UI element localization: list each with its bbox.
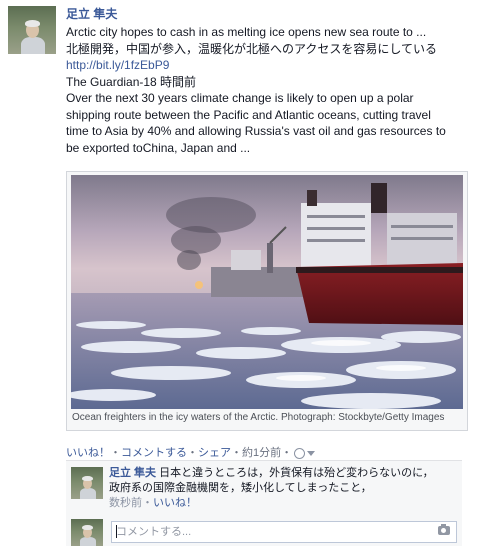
commenter-avatar[interactable] [71, 467, 103, 499]
separator: ・ [142, 497, 153, 509]
excerpt-line: Over the next 30 years climate change is… [66, 91, 414, 105]
comment-author-name[interactable]: 足立 隼夫 [109, 467, 156, 479]
comment-body: 足立 隼夫 日本と違うところは，外貨保有は殆ど変わらないのに， 政府系の国際金融… [109, 466, 459, 511]
comment-text: 日本と違うところは，外貨保有は殆ど変わらないのに， [159, 467, 434, 479]
comment-like-link[interactable]: いいね！ [153, 497, 197, 509]
short-link[interactable]: http://bit.ly/1fzEbP9 [66, 58, 169, 72]
source-and-time: The Guardian-18 時間前 [66, 74, 197, 89]
author-avatar[interactable] [8, 6, 56, 54]
post-summary-text: 北極開発，中国が参入，温暖化が北極へのアクセスを容易にしている [66, 41, 438, 56]
photo-caption: Ocean freighters in the icy waters of th… [72, 412, 445, 423]
like-link[interactable]: いいね！ [66, 447, 110, 459]
comment-timestamp[interactable]: 数秒前 [109, 497, 142, 509]
text-cursor [116, 525, 117, 538]
share-link[interactable]: シェア [198, 447, 231, 459]
link-headline[interactable]: Arctic city hopes to cash in as melting … [66, 24, 474, 41]
comment-link[interactable]: コメントする [121, 447, 187, 459]
chevron-down-icon[interactable] [307, 450, 316, 456]
camera-icon[interactable] [438, 524, 450, 535]
comment-text: 政府系の国際金融機関を，矮小化してしまったこと， [109, 482, 372, 494]
post-timestamp[interactable]: 約1分前 [242, 447, 281, 459]
comment-input[interactable] [112, 523, 416, 541]
privacy-globe-icon[interactable] [294, 447, 306, 459]
separator: ・ [187, 447, 198, 459]
separator: ・ [231, 447, 242, 459]
post-author-name[interactable]: 足立 隼夫 [66, 5, 117, 22]
separator: ・ [281, 447, 293, 459]
separator: ・ [110, 447, 121, 459]
compose-avatar [71, 519, 103, 546]
excerpt-line: be exported toChina, Japan and ... [66, 140, 251, 155]
comment-input-box[interactable] [111, 521, 457, 543]
comments-section: 足立 隼夫 日本と違うところは，外貨保有は殆ど変わらないのに， 政府系の国際金融… [66, 460, 462, 546]
excerpt-line: shipping route between the Pacific and A… [66, 107, 431, 122]
link-preview-card[interactable]: Ocean freighters in the icy waters of th… [66, 171, 468, 431]
excerpt-line: time to Asia by 40% and allowing Russia'… [66, 124, 446, 138]
arctic-freighter-photo[interactable] [71, 175, 463, 409]
post-action-bar: いいね！・コメントする・シェア・約1分前・ [66, 444, 316, 460]
post-body: Arctic city hopes to cash in as melting … [66, 24, 474, 156]
